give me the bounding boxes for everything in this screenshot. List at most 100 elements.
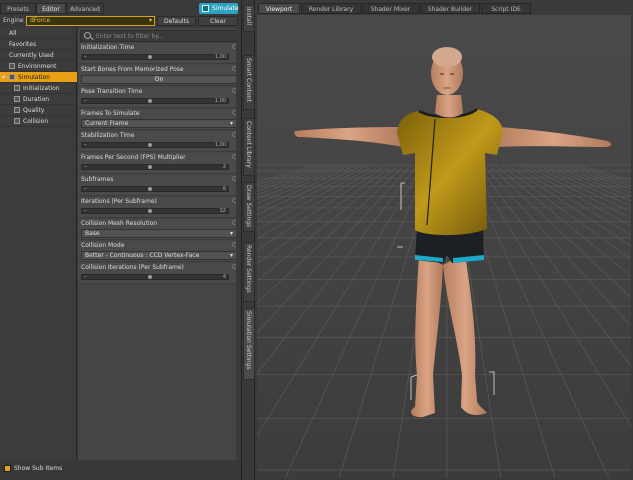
- slider-thumb[interactable]: [147, 99, 152, 103]
- tree-item-quality[interactable]: Quality: [0, 105, 77, 116]
- property-collision-iterations-per-subframe-: Collision Iterations (Per Subframe) –4: [79, 263, 239, 284]
- side-tab-simulation-settings[interactable]: Simulation Settings: [243, 308, 255, 380]
- category-tree: All Favorites Currently Used Environment ▾ Si…: [0, 28, 77, 460]
- tree-item-label: Simulation: [18, 74, 50, 81]
- slider-thumb[interactable]: [147, 209, 152, 213]
- slider-value: 32: [219, 208, 226, 214]
- property-slider[interactable]: – 1.00: [81, 141, 229, 148]
- clear-button[interactable]: Clear: [198, 16, 238, 26]
- property-dropdown[interactable]: Base ▾: [81, 229, 237, 238]
- slider-min-marker: –: [84, 53, 87, 60]
- filter-input[interactable]: Enter text to filter by...: [80, 30, 239, 42]
- filter-placeholder: Enter text to filter by...: [96, 33, 164, 40]
- tab-shader-mixer[interactable]: Shader Mixer: [362, 3, 419, 14]
- side-tabs: Install Smart Content Content Library Dr…: [241, 0, 255, 480]
- group-icon: [14, 107, 20, 113]
- tab-shader-builder[interactable]: Shader Builder: [420, 3, 480, 14]
- slider-min-marker: –: [84, 207, 87, 214]
- tree-item-initialization[interactable]: Initialization: [0, 83, 77, 94]
- simulation-settings-pane: Presets Editor Advanced Simulate Engine …: [0, 0, 241, 480]
- side-tab-render-settings[interactable]: Render Settings: [243, 242, 255, 302]
- group-icon: [14, 118, 20, 124]
- defaults-button[interactable]: Defaults: [157, 16, 196, 26]
- slider-min-marker: –: [84, 163, 87, 170]
- engine-select[interactable]: dForce ▾: [26, 16, 155, 26]
- slider-thumb[interactable]: [147, 143, 152, 147]
- tree-item-label: Quality: [23, 107, 45, 114]
- property-label: Frames Per Second (FPS) Multiplier: [81, 154, 186, 161]
- property-slider[interactable]: – 1.00: [81, 53, 229, 60]
- tree-item-simulation[interactable]: ▾ Simulation: [0, 72, 77, 83]
- chevron-down-icon: ▾: [229, 252, 233, 259]
- tab-presets[interactable]: Presets: [0, 3, 36, 14]
- tree-item-environment[interactable]: Environment: [0, 61, 77, 72]
- tree-item-duration[interactable]: Duration: [0, 94, 77, 105]
- slider-thumb[interactable]: [147, 275, 152, 279]
- property-label: Stabilization Time: [81, 132, 135, 139]
- toggle-button[interactable]: On: [81, 75, 237, 84]
- tree-item-label: All: [9, 30, 17, 37]
- slider-min-marker: –: [84, 273, 87, 280]
- 3d-viewport[interactable]: [257, 15, 631, 478]
- engine-row: Engine : dForce ▾ Defaults Clear: [0, 14, 241, 28]
- slider-thumb[interactable]: [147, 165, 152, 169]
- slider-thumb[interactable]: [147, 187, 152, 191]
- group-icon: [9, 63, 15, 69]
- tab-viewport[interactable]: Viewport: [258, 3, 300, 14]
- group-icon: [9, 74, 15, 80]
- tree-item-label: Currently Used: [9, 52, 54, 59]
- property-collision-mesh-resolution: Collision Mesh Resolution Base ▾: [79, 219, 239, 240]
- property-label: Frames To Simulate: [81, 110, 140, 117]
- tree-item-currently-used[interactable]: Currently Used: [0, 50, 77, 61]
- tree-item-label: Duration: [23, 96, 50, 103]
- viewport-scene: [257, 15, 631, 478]
- side-tab-install[interactable]: Install: [243, 4, 255, 32]
- tree-item-all[interactable]: All: [0, 28, 77, 39]
- tab-script-ide[interactable]: Script IDE: [481, 3, 531, 14]
- side-tab-content-library[interactable]: Content Library: [243, 118, 255, 176]
- slider-value: 1.00: [214, 98, 226, 104]
- engine-label: Engine :: [3, 17, 28, 24]
- property-label: Collision Mode: [81, 242, 125, 249]
- show-sub-items-checkbox[interactable]: [4, 465, 11, 472]
- property-label: Initialization Time: [81, 44, 135, 51]
- property-slider[interactable]: –6: [81, 185, 229, 192]
- property-dropdown[interactable]: Current Frame ▾: [81, 119, 237, 128]
- app-window: Presets Editor Advanced Simulate Engine …: [0, 0, 633, 480]
- tree-item-collision[interactable]: Collision: [0, 116, 77, 127]
- side-tab-draw-settings[interactable]: Draw Settings: [243, 182, 255, 232]
- tree-item-favorites[interactable]: Favorites: [0, 39, 77, 50]
- property-dropdown[interactable]: Better - Continuous : CCD Vertex-Face ▾: [81, 251, 237, 260]
- slider-value: 1.00: [214, 54, 226, 60]
- property-slider[interactable]: –2: [81, 163, 229, 170]
- property-frames-per-second-fps-multiplier: Frames Per Second (FPS) Multiplier –2: [79, 153, 239, 174]
- property-slider[interactable]: – 1.00: [81, 97, 229, 104]
- chevron-down-icon: ▾: [229, 230, 233, 237]
- tab-advanced[interactable]: Advanced: [66, 3, 104, 14]
- expand-arrow-icon[interactable]: ▾: [2, 72, 5, 83]
- side-tab-label: Render Settings: [245, 245, 252, 293]
- side-tab-smart-content[interactable]: Smart Content: [243, 55, 255, 110]
- slider-min-marker: –: [84, 97, 87, 104]
- tree-item-label: Initialization: [23, 85, 60, 92]
- property-pose-transition-time: Pose Transition Time – 1.00: [79, 87, 239, 108]
- property-label: Start Bones From Memorized Pose: [81, 66, 184, 73]
- slider-min-marker: –: [84, 185, 87, 192]
- search-icon: [84, 32, 91, 39]
- tree-item-label: Collision: [23, 118, 49, 125]
- slider-value: 1.00: [214, 142, 226, 148]
- tab-render-library[interactable]: Render Library: [301, 3, 361, 14]
- group-icon: [14, 96, 20, 102]
- simulate-button[interactable]: Simulate: [199, 3, 239, 14]
- tab-editor[interactable]: Editor: [36, 3, 66, 14]
- property-label: Collision Mesh Resolution: [81, 220, 158, 227]
- tree-item-label: Favorites: [9, 41, 37, 48]
- viewport-pane: Viewport Render Library Shader Mixer Sha…: [255, 0, 633, 480]
- viewport-tabs: Viewport Render Library Shader Mixer Sha…: [255, 3, 633, 14]
- property-slider[interactable]: –4: [81, 273, 229, 280]
- side-tab-label: Install: [245, 7, 252, 26]
- slider-thumb[interactable]: [147, 55, 152, 59]
- property-slider[interactable]: – 32: [81, 207, 229, 214]
- show-sub-items-label: Show Sub Items: [14, 465, 63, 472]
- property-label: Iterations (Per Subframe): [81, 198, 157, 205]
